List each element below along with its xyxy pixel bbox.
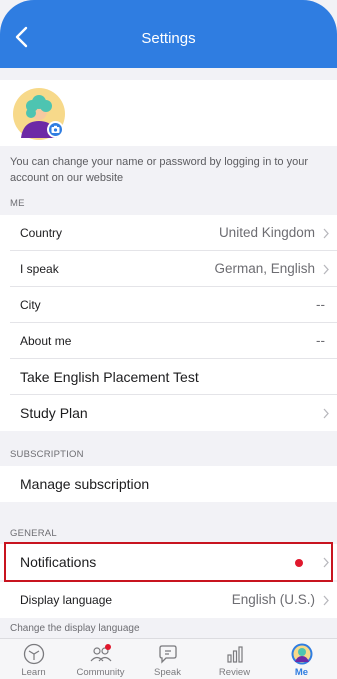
- tab-label: Learn: [21, 667, 46, 678]
- tab-label: Speak: [154, 667, 181, 678]
- me-avatar-icon: [291, 643, 312, 665]
- row-value: --: [316, 297, 325, 312]
- chevron-right-icon: [323, 264, 329, 275]
- community-icon: [90, 644, 111, 662]
- section-label-me: ME: [10, 198, 25, 209]
- learn-icon: [23, 643, 44, 665]
- row-value: --: [316, 333, 325, 348]
- row-city[interactable]: City --: [0, 287, 337, 323]
- tab-community[interactable]: Community: [67, 639, 134, 679]
- row-i-speak[interactable]: I speak German, English: [0, 251, 337, 287]
- tab-me[interactable]: Me: [268, 639, 335, 679]
- tab-label: Review: [218, 667, 251, 678]
- review-icon: [226, 646, 243, 663]
- camera-icon[interactable]: [47, 121, 64, 138]
- chevron-right-icon: [323, 228, 329, 239]
- display-language-hint: Change the display language: [0, 618, 337, 638]
- tab-label: Me: [294, 667, 309, 678]
- tab-speak[interactable]: Speak: [134, 639, 201, 679]
- row-country[interactable]: Country United Kingdom: [0, 215, 337, 251]
- speak-icon: [158, 645, 177, 664]
- row-placement-test[interactable]: Take English Placement Test: [0, 359, 337, 395]
- section-label-subscription: SUBSCRIPTION: [10, 449, 84, 460]
- row-label: City: [20, 298, 41, 312]
- row-label: I speak: [20, 262, 59, 276]
- tab-label: Community: [76, 667, 125, 678]
- row-label: Manage subscription: [20, 476, 150, 492]
- row-value: German, English: [214, 261, 315, 276]
- row-display-language[interactable]: Display language English (U.S.): [0, 582, 337, 618]
- row-manage-subscription[interactable]: Manage subscription: [0, 466, 337, 502]
- row-label: About me: [20, 334, 72, 348]
- page-title: Settings: [141, 30, 196, 47]
- header-bar: Settings: [0, 0, 337, 68]
- tab-learn[interactable]: Learn: [0, 639, 67, 679]
- profile-note: You can change your name or password by …: [0, 146, 337, 196]
- row-about-me[interactable]: About me --: [0, 323, 337, 359]
- tab-bar: Learn Community Speak Review Me: [0, 638, 337, 679]
- chevron-right-icon: [323, 595, 329, 606]
- row-value: United Kingdom: [218, 225, 315, 240]
- row-label: Take English Placement Test: [20, 369, 199, 385]
- profile-section: You can change your name or password by …: [0, 68, 337, 196]
- row-label: Country: [20, 226, 63, 240]
- row-label: Study Plan: [20, 405, 88, 421]
- highlight-box: [4, 542, 333, 582]
- section-label-general: GENERAL: [10, 528, 57, 539]
- row-value: English (U.S.): [231, 592, 315, 607]
- row-study-plan[interactable]: Study Plan: [0, 395, 337, 431]
- chevron-right-icon: [323, 408, 329, 419]
- tab-review[interactable]: Review: [201, 639, 268, 679]
- row-label: Display language: [20, 593, 113, 607]
- avatar-row: [0, 80, 337, 146]
